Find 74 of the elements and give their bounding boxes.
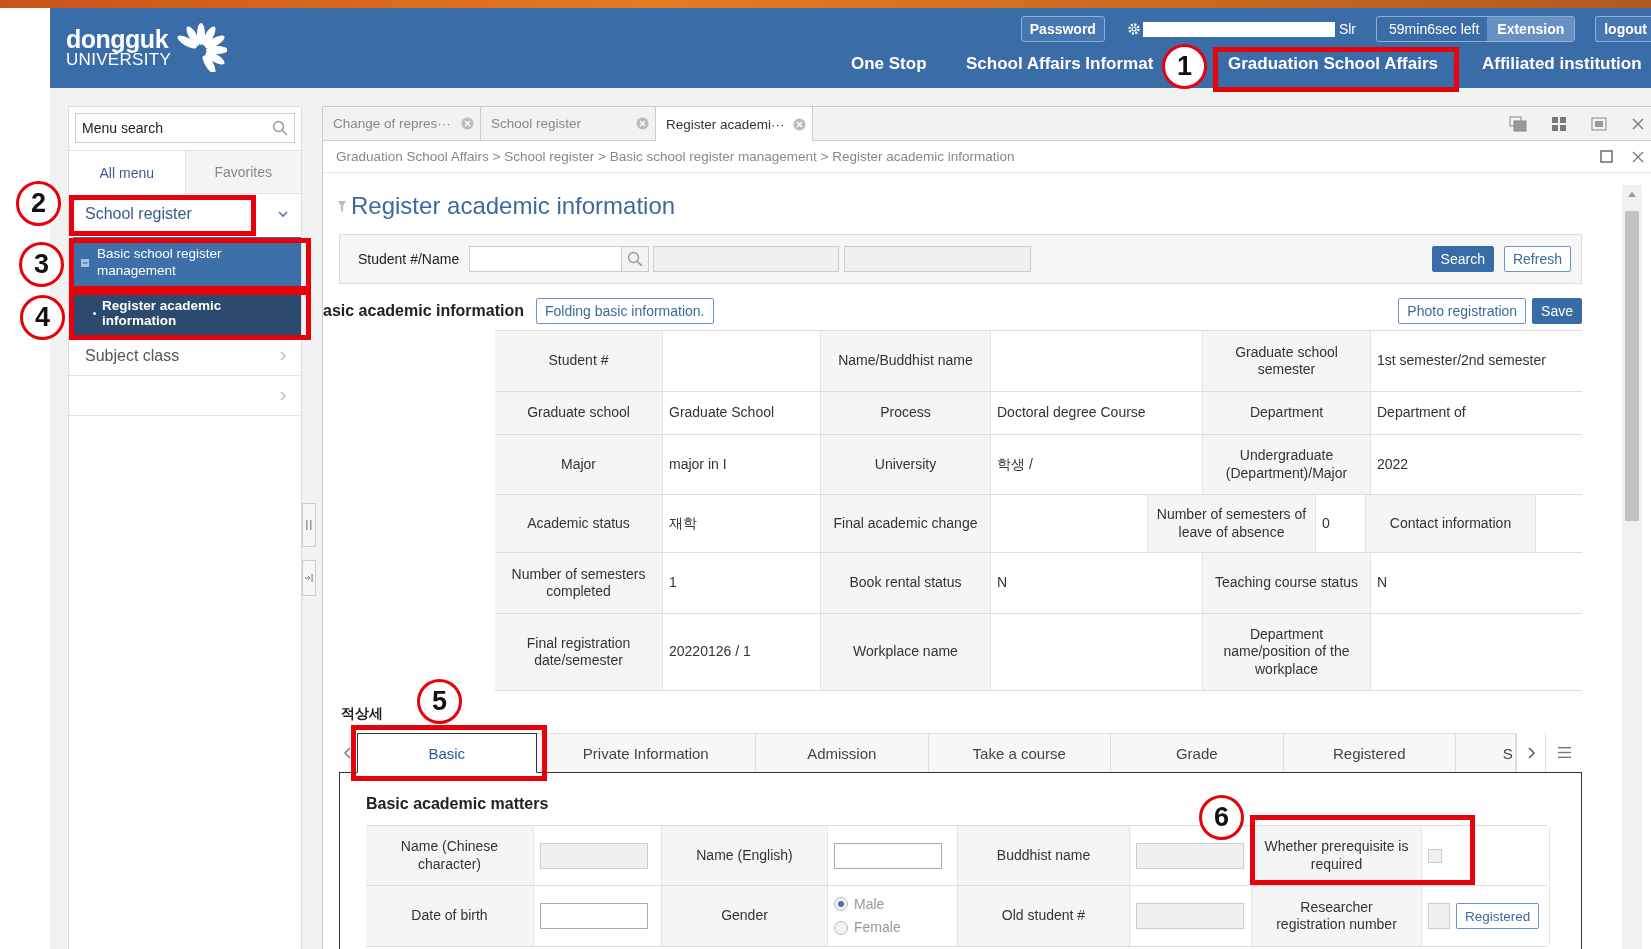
field-label: University [821,435,991,494]
tab-label: Change of repres··· [333,116,451,131]
breadcrumb: Graduation School Affairs > School register > Basic school register management > Register academic information [336,149,1015,164]
field-label: Student # [495,331,663,391]
field-label: Undergraduate (Department)/Major [1203,435,1371,494]
section-title: asic academic information [323,302,524,320]
detail-tab[interactable]: Private Information [536,733,756,772]
nav-link[interactable]: Graduation School Affairs [1228,54,1438,74]
nav-link[interactable]: School Affairs Informat [966,54,1154,74]
field-value: Department of [1376,403,1467,423]
field-label: Contact information [1366,495,1536,552]
fold-button[interactable]: Folding basic information. [535,298,714,324]
page-title: Register academic information [351,192,676,220]
field-value: 2022 [1376,454,1410,474]
action-button[interactable]: Search [1431,246,1494,272]
action-button[interactable]: Save [1532,298,1582,324]
detail-tab[interactable]: Registered [1283,733,1456,772]
tab-label: Register academi··· [666,116,785,132]
field-label: Graduate school [495,392,663,434]
field-label: Process [821,392,991,434]
field-label: Teaching course status [1203,553,1371,613]
page-tab[interactable]: Register academi··· [656,107,813,141]
field-value: 1st semester/2nd semester [1376,351,1547,371]
field-label: Gender [662,886,828,946]
menu-label: School register [85,205,192,223]
extension-button[interactable]: Extension [1487,17,1575,41]
action-button[interactable]: Refresh [1503,246,1571,272]
submenu-label: Basic school register management [97,245,223,280]
action-button[interactable]: Photo registration [1398,298,1527,324]
field-label: Major [495,435,663,494]
field-label: Department name/position of the workplace [1203,614,1371,690]
detail-tab[interactable]: Basic [356,733,537,773]
nav-link[interactable]: Affiliated institution [1482,54,1642,74]
menu-label: Subject class [85,346,180,365]
field-label: Date of birth [366,886,534,946]
field-label: Book rental status [821,553,991,613]
radio-label: Male [854,895,885,913]
field-label: Number of semesters completed [495,553,663,613]
field-label: Researcher registration number [1252,886,1422,946]
field-label: Old student # [958,886,1130,946]
menu-search-field[interactable]: Menu search [75,113,295,143]
field-label: Final registration date/semester [495,614,663,690]
detail-tab[interactable]: S [1455,733,1516,772]
field-label: Academic status [495,495,663,552]
user-name: Slr [1338,21,1357,37]
step-number: 3 [19,242,64,287]
detail-tab[interactable]: Take a course [928,733,1111,772]
tab-label: School register [491,116,582,131]
menu-tab[interactable]: Favorites [185,151,301,194]
field-value: N [1376,573,1389,593]
field-label: Workplace name [821,614,991,690]
logout-button[interactable]: logout [1595,16,1651,42]
menu-item[interactable]: Subject class [69,336,301,376]
radio-label: Female [854,919,901,937]
field-label: Number of semesters of leave of absence [1148,495,1316,552]
field-label: Buddhist name [958,826,1130,885]
field-label: Name/Buddhist name [821,331,991,391]
timer-text: 59min6sec left [1389,21,1480,37]
password-button[interactable]: Password [1020,16,1105,42]
field-label: Name (English) [662,826,828,885]
menu-item[interactable]: School register [69,194,301,234]
field-label: Department [1203,392,1371,434]
nav-link[interactable]: One Stop [851,54,927,74]
field-label: Student #/Name [358,251,460,267]
detail-tab[interactable]: Grade [1110,733,1284,772]
section-title: Basic academic matters [366,795,549,814]
field-label: Name (Chinese character) [366,826,534,885]
submenu-label: Register academic information [102,297,223,329]
step-number: 2 [16,181,61,226]
field-label: Final academic change [821,495,991,552]
detail-tab[interactable]: Admission [755,733,929,772]
register-button[interactable]: Registered [1456,903,1540,929]
field-label: Graduate school semester [1203,331,1371,391]
section-heading: 적상세 [341,704,383,723]
